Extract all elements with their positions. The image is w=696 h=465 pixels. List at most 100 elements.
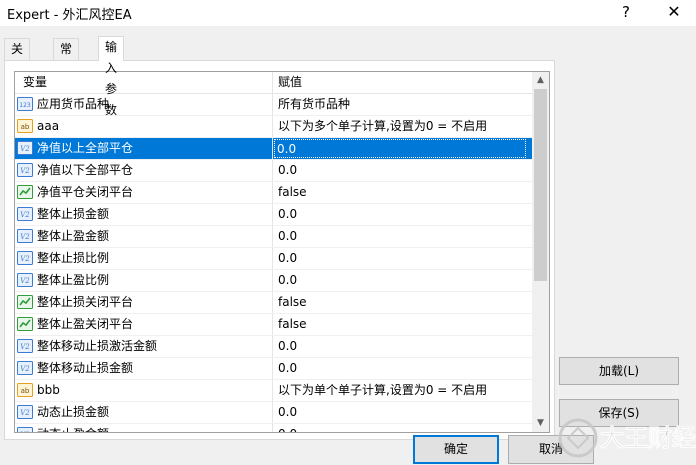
tab-inputs[interactable]: 输入参数 [98,36,125,117]
parameter-row[interactable]: 整体止损关闭平台 false [15,292,532,314]
parameter-value[interactable]: 0.0 [276,337,530,356]
parameter-value[interactable]: 0.0 [276,425,530,432]
column-divider [272,248,273,269]
column-header-value[interactable]: 赋值 [278,72,302,93]
close-button[interactable]: ✕ [654,0,694,26]
double-icon: V2 [17,206,33,222]
scroll-thumb[interactable] [534,89,547,281]
parameter-row[interactable]: V2 整体止损金额 0.0 [15,204,532,226]
parameter-value[interactable]: 以下为多个单子计算,设置为0 = 不启用 [276,117,530,136]
svg-text:123: 123 [19,102,31,109]
parameter-name: 整体移动止损金额 [37,361,134,375]
parameter-value[interactable]: 0.0 [274,139,526,158]
parameter-name: 净值平仓关闭平台 [37,185,134,199]
column-header-variable[interactable]: 变量 [23,72,47,93]
parameter-name: 净值以下全部平仓 [37,163,134,177]
column-divider [272,380,273,401]
svg-text:V2: V2 [20,277,30,285]
parameter-name: 动态止盈金额 [37,424,109,432]
scroll-up-arrow-icon[interactable]: ▲ [532,72,549,89]
grid-header: 变量 赋值 [15,72,532,94]
parameter-value[interactable]: 0.0 [276,205,530,224]
double-icon: V2 [17,426,33,433]
svg-text:ab: ab [21,387,30,395]
parameter-row[interactable]: V2 动态止盈金额 0.0 [15,424,532,433]
bool-icon [17,294,33,310]
column-divider [272,116,273,137]
column-divider [272,314,273,335]
double-icon: V2 [17,338,33,354]
parameter-row[interactable]: V2 整体移动止损金额 0.0 [15,358,532,380]
double-icon: V2 [17,228,33,244]
parameter-name: 整体止损金额 [37,207,110,221]
parameter-name: 动态止损金额 [37,405,110,419]
column-divider [272,182,273,203]
parameter-value[interactable]: 0.0 [276,271,530,290]
parameter-value[interactable]: false [276,183,530,202]
svg-text:V2: V2 [20,343,30,351]
parameter-row[interactable]: V2 整体止盈比例 0.0 [15,270,532,292]
svg-text:V2: V2 [20,365,30,373]
column-divider [272,358,273,379]
parameter-row[interactable]: ab bbb 以下为单个单子计算,设置为0 = 不启用 [15,380,532,402]
parameter-value[interactable]: 0.0 [276,403,530,422]
string-icon: ab [17,118,33,134]
load-button[interactable]: 加载(L) [559,357,679,385]
svg-text:V2: V2 [20,233,30,241]
tab-common[interactable]: 常用 [53,38,80,77]
column-divider[interactable] [272,72,273,93]
parameter-row[interactable]: V2 净值以下全部平仓 0.0 [15,160,532,182]
parameters-grid: 变量 赋值 123 应用货币品种 所有货币品种 ab aaa 以下为多个单子计算,设置为0… [14,71,550,433]
grid-rows: 123 应用货币品种 所有货币品种 ab aaa 以下为多个单子计算,设置为0 = 不启用… [15,94,532,433]
svg-text:V2: V2 [20,255,30,263]
column-divider [272,292,273,313]
parameter-row[interactable]: V2 整体止盈金额 0.0 [15,226,532,248]
double-icon: V2 [17,162,33,178]
parameter-row[interactable]: V2 整体止损比例 0.0 [15,248,532,270]
help-button[interactable]: ? [606,0,646,26]
column-divider [272,336,273,357]
parameter-row[interactable]: V2 动态止损金额 0.0 [15,402,532,424]
parameter-value[interactable]: 0.0 [276,359,530,378]
parameter-value[interactable]: 0.0 [276,249,530,268]
svg-text:ab: ab [21,123,30,131]
parameter-value[interactable]: 以下为单个单子计算,设置为0 = 不启用 [276,381,530,400]
parameter-row[interactable]: 整体止盈关闭平台 false [15,314,532,336]
parameter-name: aaa [37,119,60,133]
svg-text:V2: V2 [20,145,30,153]
watermark-logo: 大王财经 [558,418,696,458]
parameter-value[interactable]: 所有货币品种 [276,95,530,114]
parameter-value[interactable]: false [276,315,530,334]
column-divider [272,160,273,181]
ok-button[interactable]: 确定 [413,435,499,464]
svg-text:V2: V2 [20,409,30,417]
parameter-name: 整体止盈金额 [37,229,110,243]
svg-text:V2: V2 [20,167,30,175]
parameter-name: 整体止盈比例 [37,273,110,287]
scroll-down-arrow-icon[interactable]: ▼ [532,415,549,432]
column-divider [272,424,273,432]
parameter-row[interactable]: V2 净值以上全部平仓 0.0 [15,138,532,160]
parameter-row[interactable]: 净值平仓关闭平台 false [15,182,532,204]
parameter-row[interactable]: ab aaa 以下为多个单子计算,设置为0 = 不启用 [15,116,532,138]
parameter-name: bbb [37,383,60,397]
parameter-name: 净值以上全部平仓 [37,141,134,155]
double-icon: V2 [17,272,33,288]
parameter-value[interactable]: 0.0 [276,161,530,180]
tab-about[interactable]: 关于 [4,38,31,77]
window-title: Expert - 外汇风控EA [7,8,132,23]
double-icon: V2 [17,140,33,156]
svg-text:V2: V2 [20,431,30,433]
svg-text:V2: V2 [20,211,30,219]
column-divider [272,204,273,225]
vertical-scrollbar[interactable]: ▲ ▼ [532,72,549,432]
bool-icon [17,184,33,200]
parameter-name: 整体止损关闭平台 [37,295,134,309]
parameter-row[interactable]: 123 应用货币品种 所有货币品种 [15,94,532,116]
parameter-value[interactable]: false [276,293,530,312]
parameter-name: 整体移动止损激活金额 [37,339,158,353]
bool-icon [17,316,33,332]
parameter-row[interactable]: V2 整体移动止损激活金额 0.0 [15,336,532,358]
column-divider [272,138,273,159]
parameter-value[interactable]: 0.0 [276,227,530,246]
